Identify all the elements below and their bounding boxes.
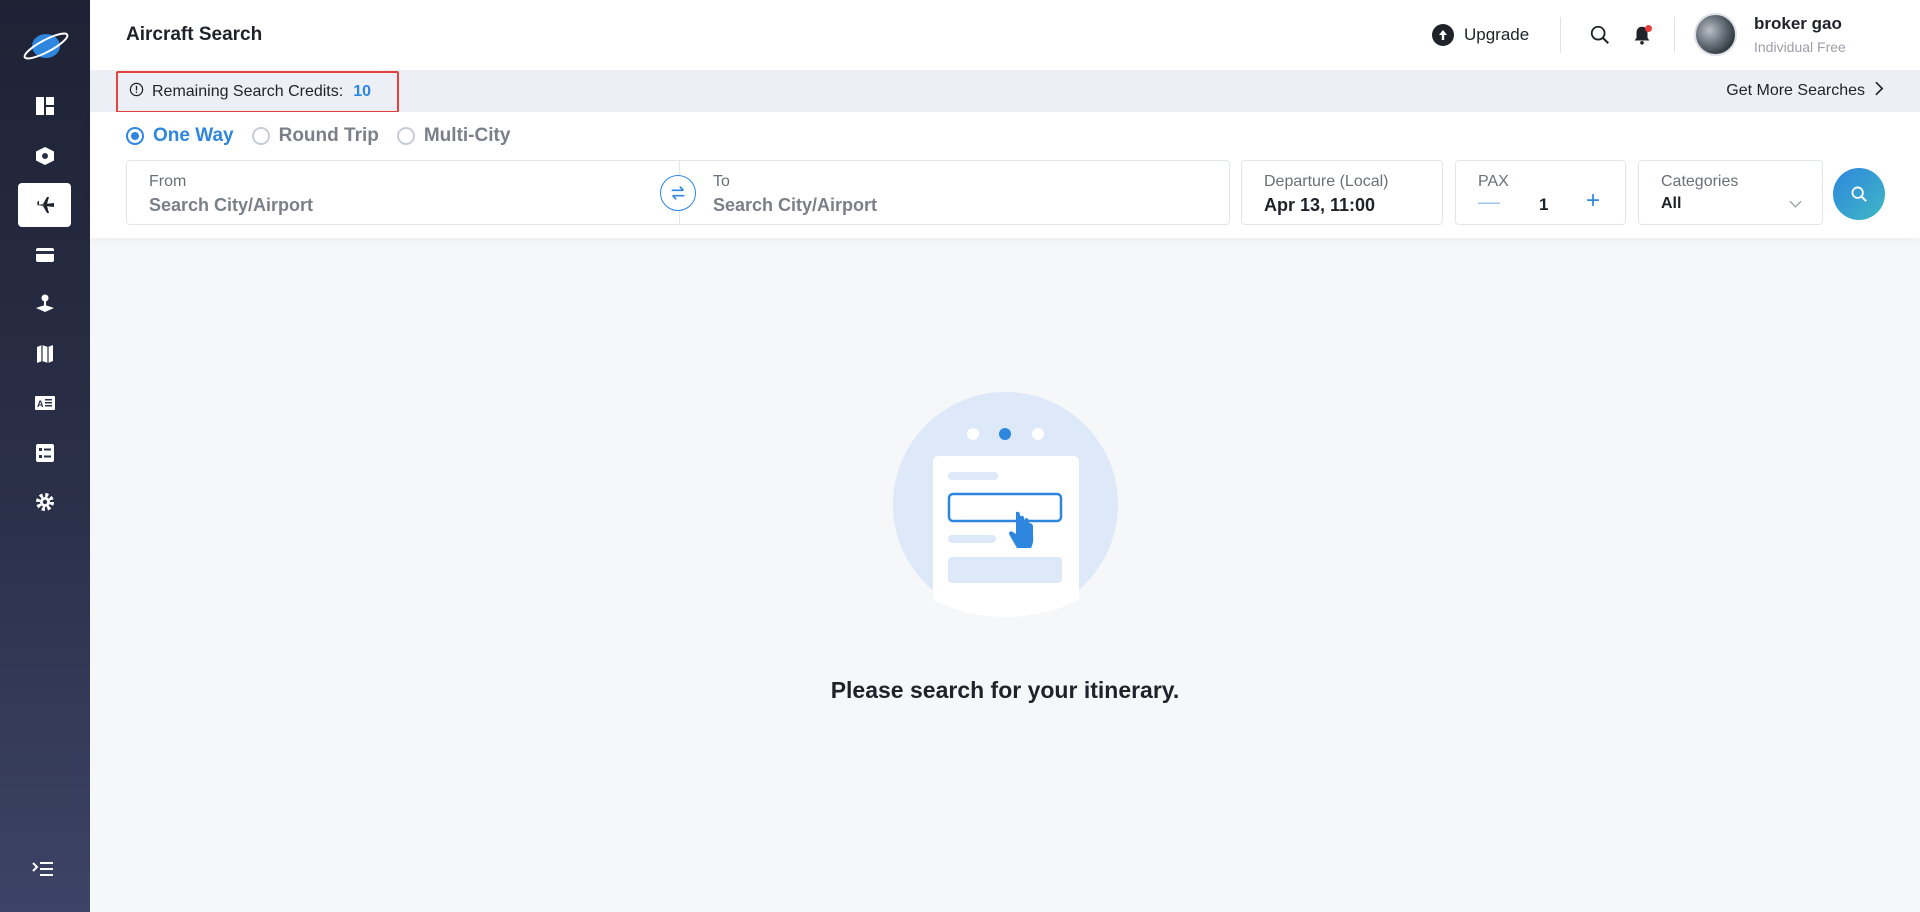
swap-icon[interactable] — [660, 175, 696, 211]
credits-bar: Remaining Search Credits: 10 Get More Se… — [90, 71, 1920, 113]
joystick-icon[interactable] — [18, 282, 71, 326]
pax-decrement-button[interactable]: — — [1478, 189, 1500, 215]
sidebar: A — [0, 0, 90, 912]
search-icon[interactable] — [1588, 23, 1612, 47]
chevron-down-icon — [1788, 197, 1802, 211]
map-icon[interactable] — [18, 332, 71, 376]
search-button[interactable] — [1833, 168, 1885, 220]
upgrade-label: Upgrade — [1464, 25, 1530, 44]
credits-value: 10 — [353, 83, 371, 100]
notification-dot — [1645, 25, 1652, 32]
departure-field[interactable]: Departure (Local) Apr 13, 11:00 — [1241, 160, 1443, 225]
bell-icon[interactable] — [1630, 23, 1654, 47]
radio-checked — [126, 127, 144, 145]
trip-type-round-trip[interactable]: Round Trip — [251, 125, 379, 147]
checklist-icon[interactable] — [18, 431, 71, 475]
cube-icon[interactable] — [18, 134, 71, 178]
empty-state-illustration — [893, 392, 1118, 617]
get-more-label: Get More Searches — [1726, 82, 1865, 99]
card-icon[interactable] — [18, 233, 71, 277]
empty-state-message: Please search for your itinerary. — [830, 677, 1180, 703]
to-label: To — [713, 173, 730, 190]
page-title: Aircraft Search — [126, 24, 263, 45]
app-logo[interactable] — [22, 26, 70, 66]
svg-text:A: A — [37, 399, 44, 409]
trip-type-multi-city[interactable]: Multi-City — [396, 125, 511, 147]
trip-type-label: Multi-City — [423, 125, 511, 146]
avatar[interactable] — [1694, 13, 1737, 56]
airplane-icon[interactable] — [18, 183, 71, 227]
chevron-right-icon — [1875, 81, 1884, 101]
gear-icon[interactable] — [18, 480, 71, 524]
top-header: Aircraft Search Upgrade broker gao Indiv… — [90, 0, 1920, 71]
radio-unchecked — [396, 127, 415, 145]
pax-count: 1 — [1539, 195, 1549, 214]
collapse-menu-icon[interactable] — [28, 857, 58, 881]
departure-label: Departure (Local) — [1264, 173, 1389, 190]
header-divider — [1560, 17, 1561, 53]
upgrade-button[interactable]: Upgrade — [1432, 22, 1529, 48]
credits-label: Remaining Search Credits: — [152, 83, 344, 100]
credits-info: Remaining Search Credits: 10 — [116, 71, 399, 113]
from-label: From — [149, 173, 187, 190]
dictionary-icon[interactable]: A — [18, 381, 71, 425]
user-name: broker gao — [1754, 14, 1842, 33]
departure-value: Apr 13, 11:00 — [1264, 195, 1376, 215]
categories-select[interactable]: Categories All — [1638, 160, 1823, 225]
categories-label: Categories — [1661, 173, 1739, 190]
arrow-up-icon — [1432, 24, 1454, 46]
search-panel: One Way Round Trip Multi-City From Searc… — [90, 112, 1920, 238]
trip-type-label: Round Trip — [278, 125, 379, 146]
from-input[interactable]: Search City/Airport — [149, 195, 313, 216]
info-icon — [129, 82, 144, 102]
dashboard-icon[interactable] — [18, 84, 71, 128]
trip-type-one-way[interactable]: One Way — [126, 125, 234, 147]
header-divider — [1674, 17, 1675, 53]
from-to-field: From Search City/Airport To Search City/… — [126, 160, 1230, 225]
get-more-searches-link[interactable]: Get More Searches — [1726, 81, 1884, 101]
pax-increment-button[interactable]: + — [1586, 187, 1600, 215]
radio-unchecked — [251, 127, 270, 145]
trip-type-group: One Way Round Trip Multi-City — [126, 125, 510, 147]
categories-value: All — [1661, 195, 1682, 212]
to-input[interactable]: Search City/Airport — [713, 195, 877, 216]
trip-type-label: One Way — [153, 125, 234, 146]
pax-field: PAX — 1 + — [1455, 160, 1626, 225]
user-plan: Individual Free — [1754, 39, 1846, 55]
